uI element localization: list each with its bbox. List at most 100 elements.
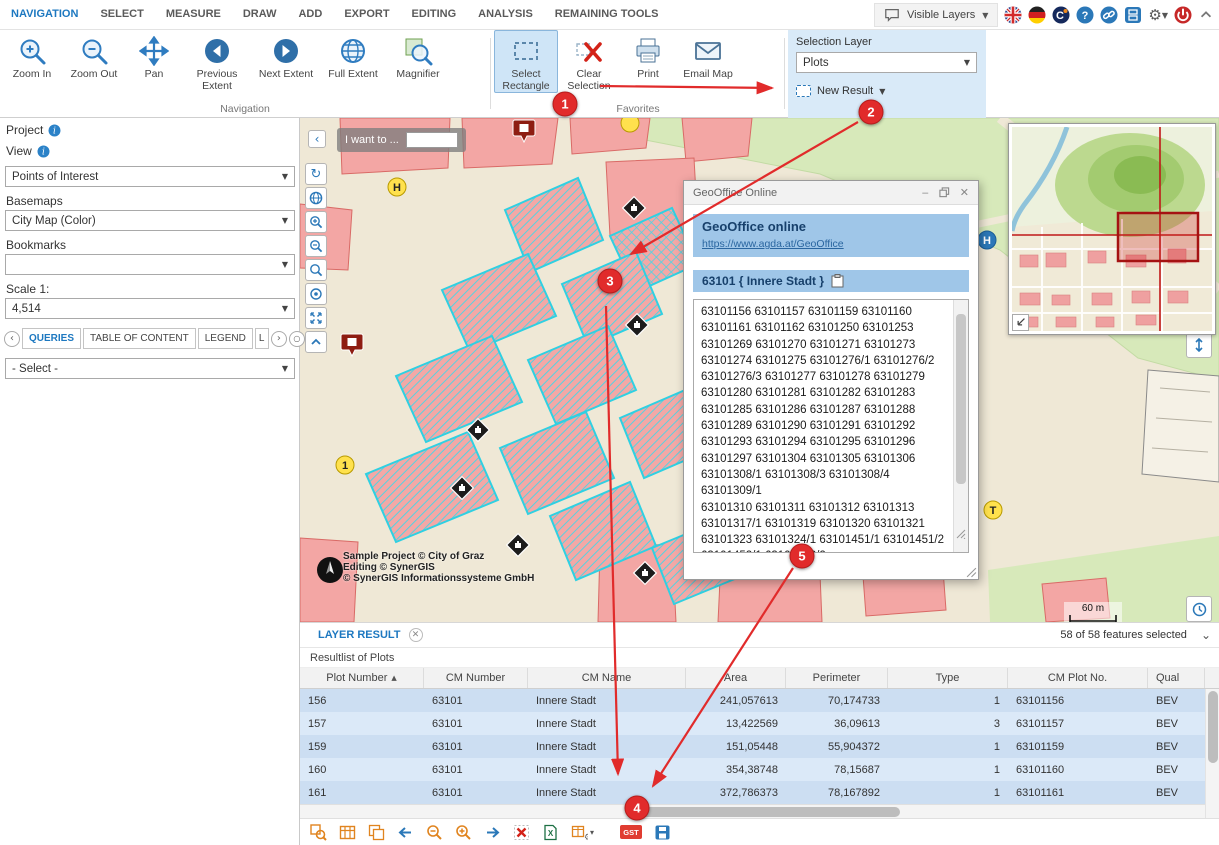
- bookmarks-dropdown[interactable]: ▼: [5, 254, 295, 275]
- company-logo-icon[interactable]: C: [1052, 6, 1070, 24]
- menu-remaining-tools[interactable]: REMAINING TOOLS: [544, 0, 670, 29]
- save-session-icon[interactable]: [1124, 6, 1142, 24]
- refresh-button[interactable]: ↻: [305, 163, 327, 185]
- full-extent-tool[interactable]: Full Extent: [320, 30, 386, 81]
- dialog-resize-grip[interactable]: [966, 567, 977, 578]
- overview-extent-rectangle[interactable]: [1118, 213, 1198, 261]
- share-link-icon[interactable]: [1100, 6, 1118, 24]
- column-cm-name[interactable]: CM Name: [528, 668, 686, 688]
- globe-button[interactable]: [305, 187, 327, 209]
- previous-records-button[interactable]: [397, 824, 414, 841]
- column-plot-number[interactable]: Plot Number▲: [300, 668, 424, 688]
- table-row[interactable]: 156 63101 Innere Stadt 241,057613 70,174…: [300, 689, 1219, 712]
- zoom-out-tool[interactable]: Zoom Out: [62, 30, 126, 81]
- clipboard-icon[interactable]: [831, 274, 844, 288]
- visible-layers-dropdown[interactable]: Visible Layers ▼: [874, 3, 998, 27]
- menu-export[interactable]: EXPORT: [333, 0, 400, 29]
- restore-icon[interactable]: [939, 187, 950, 198]
- remove-result-button[interactable]: [513, 824, 530, 841]
- zoom-window-button[interactable]: [305, 259, 327, 281]
- close-result-icon[interactable]: ✕: [409, 628, 423, 642]
- tab-table-of-content[interactable]: TABLE OF CONTENT: [83, 328, 196, 349]
- language-german-flag-icon[interactable]: [1028, 6, 1046, 24]
- scale-dropdown[interactable]: 4,514▼: [5, 298, 295, 319]
- basemap-dropdown[interactable]: City Map (Color)▼: [5, 210, 295, 231]
- view-dropdown[interactable]: Points of Interest▼: [5, 166, 295, 187]
- tabs-scroll-left-button[interactable]: ‹: [4, 331, 20, 347]
- zoom-in-tool[interactable]: Zoom In: [2, 30, 62, 81]
- tab-clipped[interactable]: L: [255, 328, 269, 349]
- table-row[interactable]: 157 63101 Innere Stadt 13,422569 36,0961…: [300, 712, 1219, 735]
- collapse-ribbon-icon[interactable]: [1198, 7, 1214, 23]
- table-row[interactable]: 161 63101 Innere Stadt 372,786373 78,167…: [300, 781, 1219, 804]
- geooffice-link[interactable]: https://www.agda.at/GeoOffice: [702, 238, 844, 250]
- previous-extent-tool[interactable]: Previous Extent: [182, 30, 252, 93]
- menu-analysis[interactable]: ANALYSIS: [467, 0, 544, 29]
- map-zoom-out-button[interactable]: [305, 235, 327, 257]
- tabs-more-button[interactable]: ○: [289, 331, 305, 347]
- gst-button[interactable]: GST: [620, 825, 642, 839]
- column-cm-number[interactable]: CM Number: [424, 668, 528, 688]
- menu-navigation[interactable]: NAVIGATION: [0, 0, 89, 29]
- info-icon[interactable]: i: [37, 145, 50, 158]
- collapse-sidebar-button[interactable]: ‹: [308, 130, 326, 148]
- map-zoom-in-button[interactable]: [305, 211, 327, 233]
- help-icon[interactable]: ?: [1076, 6, 1094, 24]
- info-icon[interactable]: i: [48, 124, 61, 137]
- plot-number-list[interactable]: 63101156 63101157 63101159 63101160 6310…: [693, 299, 969, 553]
- tab-legend[interactable]: LEGEND: [198, 328, 253, 349]
- i-want-to-input[interactable]: [406, 132, 458, 148]
- dialog-titlebar[interactable]: GeoOffice Online ‒ ✕: [684, 181, 978, 205]
- column-type[interactable]: Type: [888, 668, 1008, 688]
- overview-map[interactable]: [1008, 123, 1216, 335]
- column-qual[interactable]: Qual: [1148, 668, 1205, 688]
- select-rectangle-tool[interactable]: Select Rectangle: [494, 30, 558, 93]
- list-scrollbar[interactable]: [953, 300, 968, 552]
- table-settings-button[interactable]: ⚙▾: [571, 824, 594, 841]
- logout-power-icon[interactable]: [1174, 6, 1192, 24]
- result-table-button[interactable]: [339, 824, 356, 841]
- more-rows-button[interactable]: [455, 824, 472, 841]
- magnifier-tool[interactable]: Magnifier: [386, 30, 450, 81]
- selection-layer-dropdown[interactable]: Plots ▼: [796, 52, 977, 73]
- fewer-rows-button[interactable]: [426, 824, 443, 841]
- column-perimeter[interactable]: Perimeter: [786, 668, 888, 688]
- copy-result-button[interactable]: [368, 824, 385, 841]
- full-extent-button[interactable]: [305, 307, 327, 329]
- menu-editing[interactable]: EDITING: [401, 0, 468, 29]
- query-select-dropdown[interactable]: - Select -▼: [5, 358, 295, 379]
- menu-draw[interactable]: DRAW: [232, 0, 288, 29]
- list-resize-grip[interactable]: [956, 529, 966, 539]
- print-tool[interactable]: Print: [620, 30, 676, 81]
- email-map-tool[interactable]: Email Map: [676, 30, 740, 81]
- next-records-button[interactable]: [484, 824, 501, 841]
- column-cm-plot-no[interactable]: CM Plot No.: [1008, 668, 1148, 688]
- column-area[interactable]: Area: [686, 668, 786, 688]
- table-vertical-scrollbar[interactable]: [1205, 689, 1219, 818]
- close-icon[interactable]: ✕: [960, 186, 969, 199]
- collapse-panel-icon[interactable]: ⌄: [1201, 628, 1211, 642]
- menu-measure[interactable]: MEASURE: [155, 0, 232, 29]
- zoom-to-result-button[interactable]: [310, 824, 327, 841]
- clear-selection-tool[interactable]: Clear Selection: [558, 30, 620, 93]
- minimize-icon[interactable]: ‒: [922, 186, 929, 199]
- settings-gear-button[interactable]: ⚙▼: [1148, 6, 1168, 24]
- save-result-button[interactable]: [654, 824, 671, 841]
- export-excel-button[interactable]: X: [542, 824, 559, 841]
- language-english-flag-icon[interactable]: [1004, 6, 1022, 24]
- scrollbar-thumb[interactable]: [638, 807, 900, 817]
- table-row[interactable]: 160 63101 Innere Stadt 354,38748 78,1568…: [300, 758, 1219, 781]
- time-slider-button[interactable]: [1186, 596, 1212, 622]
- collapse-map-toolbar-button[interactable]: [305, 331, 327, 353]
- menu-select[interactable]: SELECT: [89, 0, 154, 29]
- table-horizontal-scrollbar[interactable]: [300, 804, 1205, 818]
- next-extent-tool[interactable]: Next Extent: [252, 30, 320, 81]
- tab-queries[interactable]: QUERIES: [22, 328, 81, 349]
- menu-add[interactable]: ADD: [287, 0, 333, 29]
- tabs-scroll-right-button[interactable]: ›: [271, 331, 287, 347]
- new-result-dropdown[interactable]: New Result ▼: [796, 85, 978, 97]
- layer-result-tab[interactable]: LAYER RESULT: [318, 629, 401, 641]
- table-row[interactable]: 159 63101 Innere Stadt 151,05448 55,9043…: [300, 735, 1219, 758]
- scrollbar-thumb[interactable]: [1208, 691, 1218, 763]
- overview-expand-button[interactable]: [1012, 314, 1029, 331]
